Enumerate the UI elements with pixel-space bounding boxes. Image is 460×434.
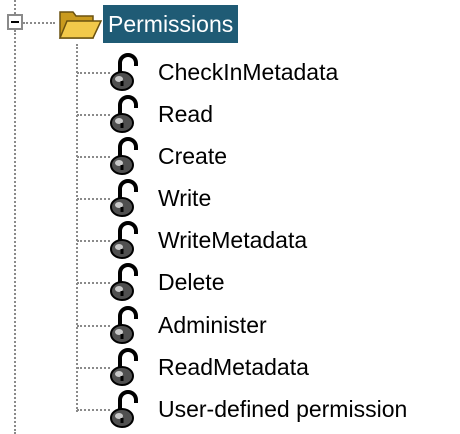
tree-guide-line (23, 22, 55, 24)
tree-item-label: ReadMetadata (158, 354, 309, 380)
lock-open-icon (110, 221, 138, 259)
tree-item-label: Delete (158, 269, 225, 295)
tree-item-permission[interactable]: CheckInMetadata (108, 52, 458, 92)
tree-guide-line (77, 409, 110, 411)
tree-item-permission[interactable]: WriteMetadata (108, 220, 458, 260)
lock-open-icon (110, 179, 138, 217)
lock-open-icon (110, 306, 138, 344)
tree-guide-line (14, 30, 16, 434)
tree-item-label: Write (158, 185, 212, 211)
tree-guide-line (76, 44, 78, 412)
lock-open-icon (110, 263, 138, 301)
lock-open-icon (110, 348, 138, 386)
tree-guide-line (77, 114, 110, 116)
tree-guide-line (77, 367, 110, 369)
tree-item-permission[interactable]: Administer (108, 305, 458, 345)
tree-item-label: CheckInMetadata (158, 59, 339, 85)
tree-item-label: Create (158, 143, 228, 169)
tree-guide-line (77, 72, 110, 74)
tree-guide-line (77, 156, 110, 158)
lock-open-icon (110, 53, 138, 91)
tree-item-permission[interactable]: User-defined permission (108, 389, 458, 429)
tree-guide-line (77, 325, 110, 327)
lock-open-icon (110, 95, 138, 133)
lock-open-icon (110, 390, 138, 428)
tree-item-permission[interactable]: ReadMetadata (108, 347, 458, 387)
lock-open-icon (110, 137, 138, 175)
tree-item-permission[interactable]: Delete (108, 262, 458, 302)
tree-item-label: WriteMetadata (158, 227, 308, 253)
permissions-tree: Permissions CheckInMetadata Read Create Wri… (0, 0, 460, 434)
tree-item-label: Read (158, 101, 213, 127)
tree-guide-line (14, 0, 16, 14)
tree-guide-line (77, 282, 110, 284)
tree-guide-line (77, 240, 110, 242)
tree-item-permission[interactable]: Create (108, 136, 458, 176)
tree-root-permissions[interactable]: Permissions (103, 5, 239, 43)
tree-item-label: Administer (158, 312, 267, 338)
tree-item-permission[interactable]: Write (108, 178, 458, 218)
collapse-toggle-icon[interactable] (7, 14, 23, 30)
folder-open-icon (58, 11, 103, 39)
tree-item-label: User-defined permission (158, 396, 408, 422)
tree-guide-line (77, 198, 110, 200)
tree-item-permission[interactable]: Read (108, 94, 458, 134)
